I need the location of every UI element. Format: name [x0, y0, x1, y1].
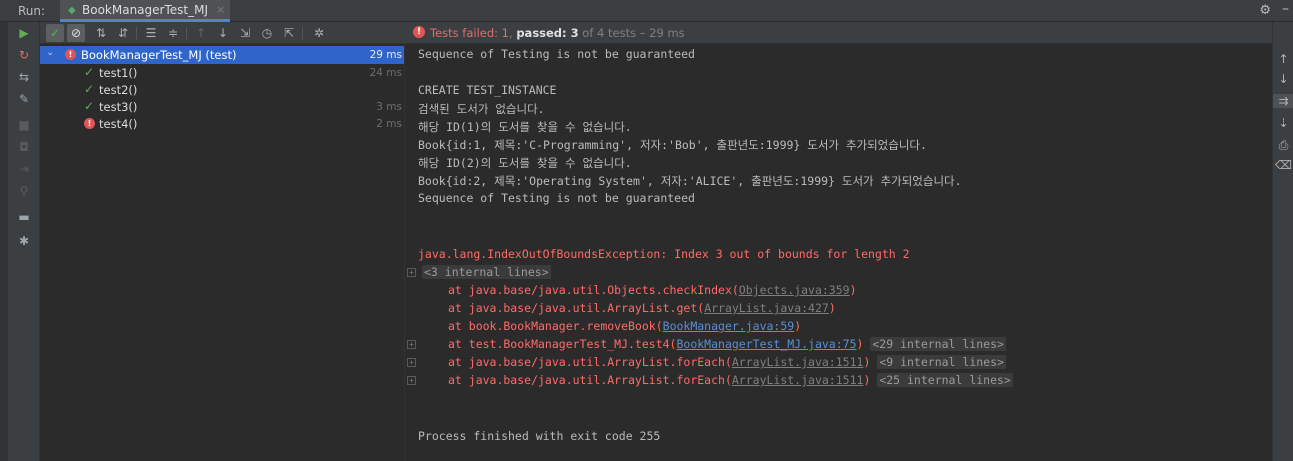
rerun-failed-icon[interactable]: ↻ [8, 48, 40, 62]
test-config-icon: ◆ [68, 5, 76, 16]
stack-frame: at java.base/java.util.ArrayList.forEach… [448, 355, 1006, 369]
source-link[interactable]: ArrayList.java:1511 [732, 373, 864, 387]
rerun-icon[interactable]: ▶ [8, 26, 40, 40]
exit-status-line: Process finished with exit code 255 [418, 429, 661, 443]
source-link[interactable]: Objects.java:359 [739, 283, 850, 297]
fold-icon[interactable]: + [407, 268, 416, 277]
stack-frame: at java.base/java.util.Objects.checkInde… [448, 283, 857, 297]
console-line: Book{id:2, 제목:'Operating System', 저자:'AL… [418, 174, 962, 188]
internal-lines-fold[interactable]: <3 internal lines> [422, 265, 551, 279]
error-icon: ! [413, 26, 425, 38]
failed-icon: ! [65, 49, 76, 60]
console-line: 해당 ID(1)의 도서를 찾을 수 없습니다. [418, 120, 632, 134]
internal-lines-fold[interactable]: <29 internal lines> [870, 337, 1006, 351]
up-arrow-icon[interactable]: ↑ [1273, 52, 1293, 66]
fold-icon[interactable]: + [407, 376, 416, 385]
console-line: 해당 ID(2)의 도서를 찾을 수 없습니다. [418, 156, 632, 170]
next-failed-icon[interactable]: ↓ [214, 24, 232, 42]
test-tree-item[interactable]: ! test4() 2 ms [40, 115, 404, 133]
failed-icon: ! [84, 118, 95, 129]
test-time: 24 ms [369, 67, 402, 79]
show-passed-icon[interactable]: ✓ [46, 24, 64, 42]
chevron-down-icon[interactable]: ⌄ [46, 47, 54, 58]
close-icon[interactable]: × [216, 3, 225, 16]
exception-line: java.lang.IndexOutOfBoundsException: Ind… [418, 247, 910, 261]
test-tree-label: test2() [99, 83, 138, 97]
source-link[interactable]: BookManagerTest_MJ.java:75 [676, 337, 856, 351]
test-tree-item[interactable]: ✓ test2() [40, 81, 404, 99]
left-edge [0, 22, 8, 461]
internal-lines-fold[interactable]: <9 internal lines> [877, 355, 1006, 369]
passed-check-icon: ✓ [84, 82, 95, 96]
test-tree-label: test4() [99, 117, 138, 131]
test-tree-label: test1() [99, 66, 138, 80]
test-status-bar: ! Tests failed: 1, passed: 3 of 4 tests … [404, 22, 1272, 44]
pin-icon[interactable]: ✱ [8, 234, 40, 248]
settings-icon[interactable]: ✲ [310, 24, 328, 42]
test-tree-root[interactable]: ⌄ ! BookManagerTest_MJ (test) 29 ms [40, 46, 404, 64]
source-link[interactable]: ArrayList.java:427 [704, 301, 829, 315]
console-line: Sequence of Testing is not be guaranteed [418, 47, 695, 61]
run-tab[interactable]: ◆ BookManagerTest_MJ × [60, 0, 230, 22]
toggle-auto-test-icon[interactable]: ⇆ [8, 70, 40, 84]
import-tests-icon[interactable]: ⇲ [236, 24, 254, 42]
test-time: 3 ms [376, 101, 402, 113]
history-icon[interactable]: ◷ [258, 24, 276, 42]
clear-icon[interactable]: ⌫ [1273, 158, 1293, 172]
gear-icon[interactable]: ⚙ [1259, 3, 1271, 18]
show-ignored-icon[interactable]: ⊘ [67, 24, 85, 42]
prev-failed-icon[interactable]: ↑ [192, 24, 210, 42]
print-icon[interactable]: ⎙ [1273, 138, 1293, 153]
fold-icon[interactable]: + [407, 358, 416, 367]
wrench-icon[interactable]: ✎ [8, 92, 40, 106]
stack-frame: at book.BookManager.removeBook(BookManag… [448, 319, 802, 333]
layout-icon[interactable]: ▬ [8, 210, 40, 224]
test-tree-label: test3() [99, 100, 138, 114]
source-link[interactable]: BookManager.java:59 [663, 319, 795, 333]
stop-icon[interactable]: ■ [8, 118, 40, 132]
down-arrow-icon[interactable]: ↓ [1273, 72, 1293, 86]
console-line: Book{id:1, 제목:'C-Programming', 저자:'Bob',… [418, 138, 927, 152]
console-line: 검색된 도서가 없습니다. [418, 102, 545, 116]
run-tab-title: BookManagerTest_MJ [82, 3, 208, 17]
test-tree: ⌄ ! BookManagerTest_MJ (test) 29 ms ✓ te… [40, 44, 404, 461]
stack-frame: at java.base/java.util.ArrayList.get(Arr… [448, 301, 836, 315]
export-results-icon[interactable]: ⇱ [280, 24, 298, 42]
right-tool-strip: ↑ ↓ ⇉ ⇣ ⎙ ⌫ [1272, 22, 1293, 461]
scroll-to-end-icon[interactable]: ⇣ [1273, 116, 1293, 130]
zoom-icon[interactable]: ⚲ [8, 184, 40, 198]
test-tree-item[interactable]: ✓ test3() 3 ms [40, 98, 404, 116]
stack-frame: at java.base/java.util.ArrayList.forEach… [448, 373, 1013, 387]
passed-check-icon: ✓ [84, 65, 95, 79]
fold-icon[interactable]: + [407, 340, 416, 349]
internal-lines-fold[interactable]: <25 internal lines> [877, 373, 1013, 387]
test-toolbar: ✓ ⊘ ⇅ ⇵ ☰ ≑ ↑ ↓ ⇲ ◷ ⇱ ✲ [40, 22, 404, 44]
test-tree-label: BookManagerTest_MJ (test) [81, 48, 237, 62]
sort-duration-icon[interactable]: ⇵ [114, 24, 132, 42]
collapse-all-icon[interactable]: ≑ [164, 24, 182, 42]
soft-wrap-icon[interactable]: ⇉ [1273, 94, 1293, 108]
test-status-text: Tests failed: 1, passed: 3 of 4 tests – … [430, 26, 685, 40]
console-line: Sequence of Testing is not be guaranteed [418, 191, 695, 205]
sort-alpha-icon[interactable]: ⇅ [92, 24, 110, 42]
run-tool-window-header: Run: ◆ BookManagerTest_MJ × ⚙ – [0, 0, 1293, 22]
console-output[interactable]: Sequence of Testing is not be guaranteed… [404, 44, 1272, 461]
camera-icon[interactable]: ◘ [8, 140, 40, 154]
left-tool-strip: ▶ ↻ ⇆ ✎ ■ ◘ ⇥ ⚲ ▬ ✱ [8, 22, 40, 461]
passed-check-icon: ✓ [84, 99, 95, 113]
test-time: 2 ms [376, 118, 402, 130]
expand-all-icon[interactable]: ☰ [142, 24, 160, 42]
test-tree-item[interactable]: ✓ test1() 24 ms [40, 64, 404, 82]
test-time: 29 ms [369, 49, 402, 61]
minimize-icon[interactable]: – [1282, 1, 1289, 17]
source-link[interactable]: ArrayList.java:1511 [732, 355, 864, 369]
stack-frame: at test.BookManagerTest_MJ.test4(BookMan… [448, 337, 1006, 351]
console-line: CREATE TEST_INSTANCE [418, 83, 557, 97]
export-icon[interactable]: ⇥ [8, 162, 40, 176]
run-label: Run: [18, 4, 46, 18]
